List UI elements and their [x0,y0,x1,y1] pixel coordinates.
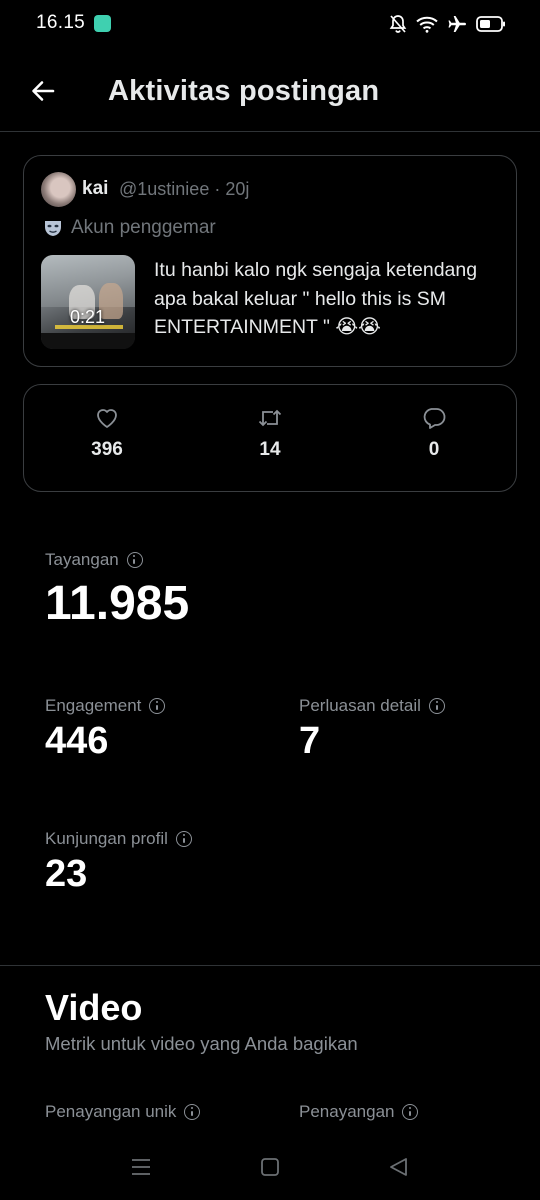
app-notification-icon [94,15,111,32]
heart-icon [97,409,117,428]
views-label: Tayangan [45,550,143,570]
reposts-count: 14 [259,439,281,460]
battery-icon [476,16,505,32]
engagement-card: 396 14 0 [23,384,517,492]
video-duration: 0:21 [70,307,106,327]
profile-visits-value: 23 [45,853,88,895]
reposts-stat: 14 [230,407,310,461]
replies-stat: 0 [394,407,474,461]
status-icons [389,12,506,36]
post-text: Itu hanbi kalo ngk sengaja ketendang apa… [154,259,478,338]
fan-account-row: Akun penggemar [43,217,216,239]
mute-bell-icon [389,15,407,33]
likes-count: 396 [91,439,123,460]
post-author-name: kai [82,178,109,199]
likes-stat: 396 [67,407,147,461]
post-card[interactable]: kai @1ustiniee · 20j Akun penggemar 0:21… [23,155,517,367]
profile-visits-label: Kunjungan profil [45,829,192,849]
recents-button[interactable] [126,1152,156,1182]
home-button[interactable] [255,1152,285,1182]
views-value: 11.985 [45,577,190,630]
menu-icon [132,1159,150,1175]
info-icon[interactable] [126,552,143,568]
wifi-icon [416,16,438,33]
airplane-icon [448,16,466,32]
screen: 16.15 Aktivitas postingan kai @1ustiniee… [0,0,540,1200]
info-icon[interactable] [149,698,166,714]
video-views-label: Penayangan [299,1102,419,1122]
mask-icon [45,221,61,236]
back-nav-button[interactable] [384,1152,414,1182]
info-icon[interactable] [402,1104,419,1120]
engagement-label: Engagement [45,696,166,716]
unique-views-label: Penayangan unik [45,1102,201,1122]
detail-expansion-label: Perluasan detail [299,696,445,716]
back-button[interactable] [28,76,58,106]
status-time: 16.15 [36,12,86,33]
header: Aktivitas postingan [0,56,540,132]
detail-expansion-value: 7 [299,720,321,762]
info-icon[interactable] [175,831,192,847]
replies-count: 0 [428,439,440,460]
reply-icon [423,408,446,429]
avatar[interactable] [41,172,76,207]
info-icon[interactable] [184,1104,201,1120]
page-title: Aktivitas postingan [108,75,380,107]
video-section-title: Video [45,987,143,1028]
video-section-subtitle: Metrik untuk video yang Anda bagikan [45,1033,358,1054]
repost-icon [258,409,282,427]
system-nav-bar [0,1136,540,1200]
post-handle-time: @1ustiniee · 20j [119,179,250,199]
fan-account-label: Akun penggemar [71,217,216,238]
arrow-left-icon [32,81,55,101]
triangle-back-icon [390,1158,407,1176]
status-bar: 16.15 [0,0,540,48]
engagement-value: 446 [45,720,109,762]
square-icon [261,1158,279,1176]
section-divider [0,965,540,966]
info-icon[interactable] [428,698,445,714]
video-thumbnail[interactable]: 0:21 [41,255,135,349]
